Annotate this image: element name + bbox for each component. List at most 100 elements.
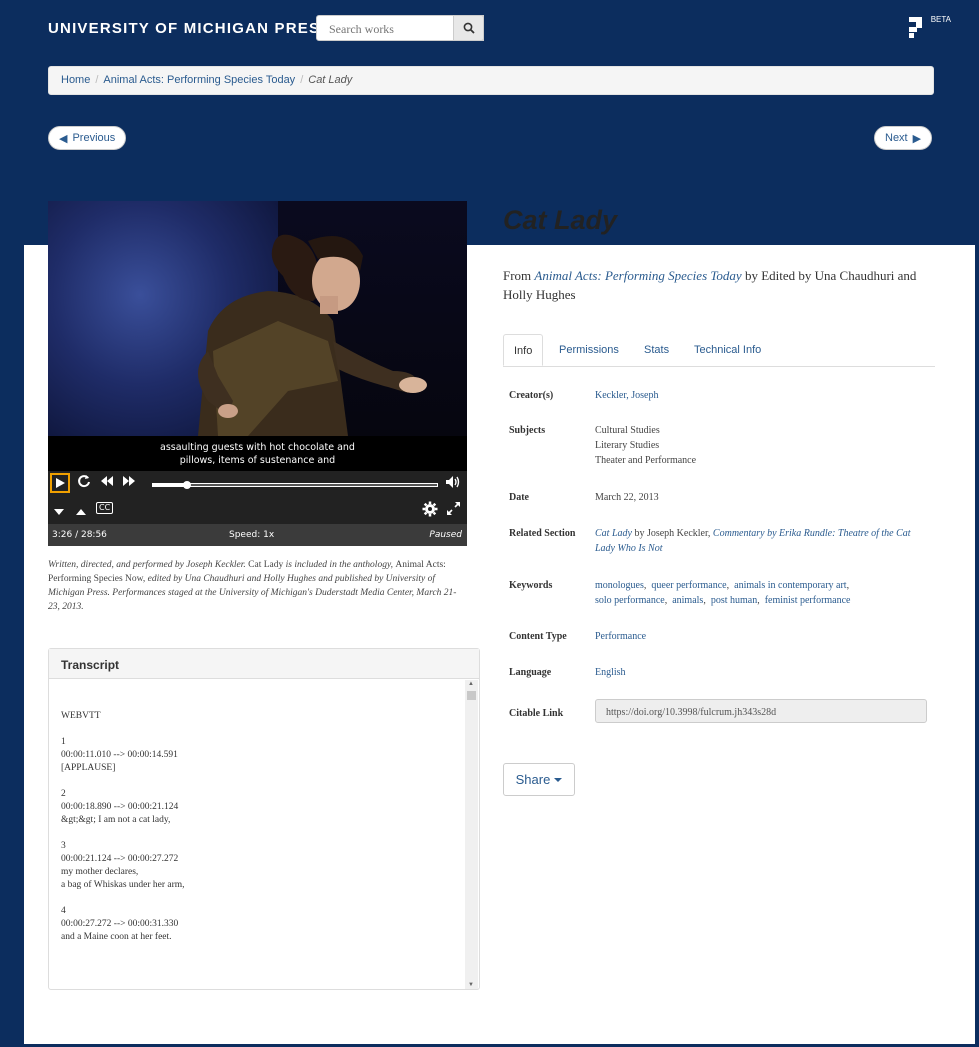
keyword-link[interactable]: post human (711, 595, 757, 606)
transcript-text[interactable]: WEBVTT 1 00:00:11.010 --> 00:00:14.591 [… (49, 680, 463, 989)
creator-link[interactable]: Keckler, Joseph (595, 390, 658, 401)
performer-image (198, 234, 427, 436)
top-navbar: UNIVERSITY OF MICHIGAN PRESS BETA (24, 9, 975, 49)
book-link[interactable]: Animal Acts: Performing Species Today (534, 268, 741, 283)
date-label: Date (509, 492, 529, 503)
time-readout: 3:26 / 28:56 (52, 530, 107, 540)
video-player[interactable]: assaulting guests with hot chocolate and… (48, 201, 467, 546)
next-label: Next (885, 132, 908, 144)
creator-label: Creator(s) (509, 390, 554, 401)
tab-technical-info[interactable]: Technical Info (684, 334, 771, 366)
volume-icon (446, 476, 460, 488)
transcript-scrollbar[interactable]: ▲ ▼ (465, 680, 478, 989)
play-button[interactable] (50, 473, 70, 493)
breadcrumb-parent[interactable]: Animal Acts: Performing Species Today (103, 74, 295, 86)
breadcrumb-separator: / (300, 74, 304, 86)
work-source: From Animal Acts: Performing Species Tod… (503, 266, 933, 304)
video-controls: CC (48, 471, 467, 524)
description-credit: Written, directed, and performed by Jose… (48, 560, 246, 570)
caption-up-button[interactable] (76, 505, 86, 519)
content-type-link[interactable]: Performance (595, 631, 646, 642)
from-label: From (503, 268, 532, 283)
page-title: Cat Lady (503, 205, 618, 235)
playback-state: Paused (429, 530, 462, 540)
progress-bar[interactable] (152, 481, 438, 489)
scroll-up-icon[interactable]: ▲ (468, 681, 474, 687)
video-status-bar: 3:26 / 28:56 Speed: 1x Paused (48, 524, 467, 546)
scroll-down-icon[interactable]: ▼ (468, 982, 474, 988)
volume-button[interactable] (445, 475, 461, 492)
tab-stats[interactable]: Stats (634, 334, 679, 366)
previous-label: Previous (72, 132, 116, 144)
caption-overlay: assaulting guests with hot chocolate and… (48, 436, 467, 471)
related-author: by Joseph Keckler, (634, 528, 711, 539)
content-type-label: Content Type (509, 631, 567, 642)
citable-link-field[interactable]: https://doi.org/10.3998/fulcrum.jh343s28… (595, 699, 927, 723)
rewind-button[interactable] (100, 475, 114, 490)
keywords-label: Keywords (509, 580, 553, 591)
settings-button[interactable] (422, 501, 438, 520)
caption-line-1: assaulting guests with hot chocolate and (160, 442, 355, 453)
related-title-link[interactable]: Cat Lady (595, 528, 632, 539)
triangle-left-icon: ◀ (59, 132, 68, 145)
search-button[interactable] (453, 15, 484, 41)
caption-down-button[interactable] (54, 505, 64, 519)
description-included: is included in the anthology, (285, 560, 394, 570)
frame-left (0, 0, 24, 1047)
progress-fill (153, 484, 188, 486)
caret-up-icon (76, 509, 86, 515)
scroll-thumb[interactable] (467, 691, 476, 700)
cc-button[interactable]: CC (96, 502, 114, 514)
frame-right (975, 0, 979, 1047)
detail-tabs: Info Permissions Stats Technical Info (503, 334, 935, 367)
caption-line-2: pillows, items of sustenance and (179, 455, 336, 466)
date-value: March 22, 2013 (595, 492, 659, 503)
breadcrumb-current: Cat Lady (308, 74, 353, 86)
keyword-link[interactable]: monologues (595, 580, 644, 591)
fulcrum-icon (908, 15, 924, 38)
fast-forward-button[interactable] (122, 475, 136, 490)
next-button[interactable]: Next ▶ (874, 126, 933, 150)
tab-info[interactable]: Info (503, 334, 544, 366)
caret-down-icon (554, 777, 563, 782)
play-icon (56, 478, 65, 488)
fullscreen-button[interactable] (446, 501, 461, 519)
tab-permissions[interactable]: Permissions (549, 334, 629, 366)
breadcrumb: Home / Animal Acts: Performing Species Tod… (48, 66, 934, 95)
breadcrumb-separator: / (95, 74, 99, 86)
replay-button[interactable] (77, 474, 91, 491)
triangle-right-icon: ▶ (912, 132, 922, 145)
description-title: Cat Lady (248, 560, 284, 570)
citable-link-label: Citable Link (509, 708, 564, 719)
subject-item: Theater and Performance (595, 455, 697, 466)
transcript-title: Transcript (49, 649, 479, 679)
progress-knob[interactable] (183, 481, 192, 489)
related-label: Related Section (509, 528, 576, 539)
video-description: Written, directed, and performed by Jose… (48, 558, 468, 614)
subject-item: Literary Studies (595, 440, 660, 451)
search-icon (463, 22, 475, 34)
share-label: Share (515, 772, 551, 787)
video-frame[interactable] (48, 201, 467, 436)
breadcrumb-home[interactable]: Home (61, 74, 90, 86)
fast-forward-icon (123, 476, 135, 486)
caret-down-icon (54, 509, 64, 515)
keyword-link[interactable]: solo performance (595, 595, 665, 606)
keyword-link[interactable]: queer performance (651, 580, 726, 591)
previous-button[interactable]: ◀ Previous (48, 126, 127, 150)
keyword-link[interactable]: feminist performance (765, 595, 851, 606)
rewind-icon (101, 476, 113, 486)
subjects-label: Subjects (509, 425, 546, 436)
subject-item: Cultural Studies (595, 425, 660, 436)
share-button[interactable]: Share (503, 763, 575, 796)
speed-readout[interactable]: Speed: 1x (229, 530, 274, 540)
keyword-link[interactable]: animals (672, 595, 703, 606)
gear-icon (422, 501, 438, 517)
beta-badge: BETA (930, 15, 951, 24)
replay-icon (78, 475, 90, 488)
keyword-link[interactable]: animals in contemporary art (734, 580, 846, 591)
fulcrum-logo[interactable]: BETA (908, 15, 951, 44)
brand-title[interactable]: UNIVERSITY OF MICHIGAN PRESS (48, 20, 331, 37)
language-link[interactable]: English (595, 667, 626, 678)
transcript-panel: Transcript WEBVTT 1 00:00:11.010 --> 00:… (48, 648, 480, 990)
